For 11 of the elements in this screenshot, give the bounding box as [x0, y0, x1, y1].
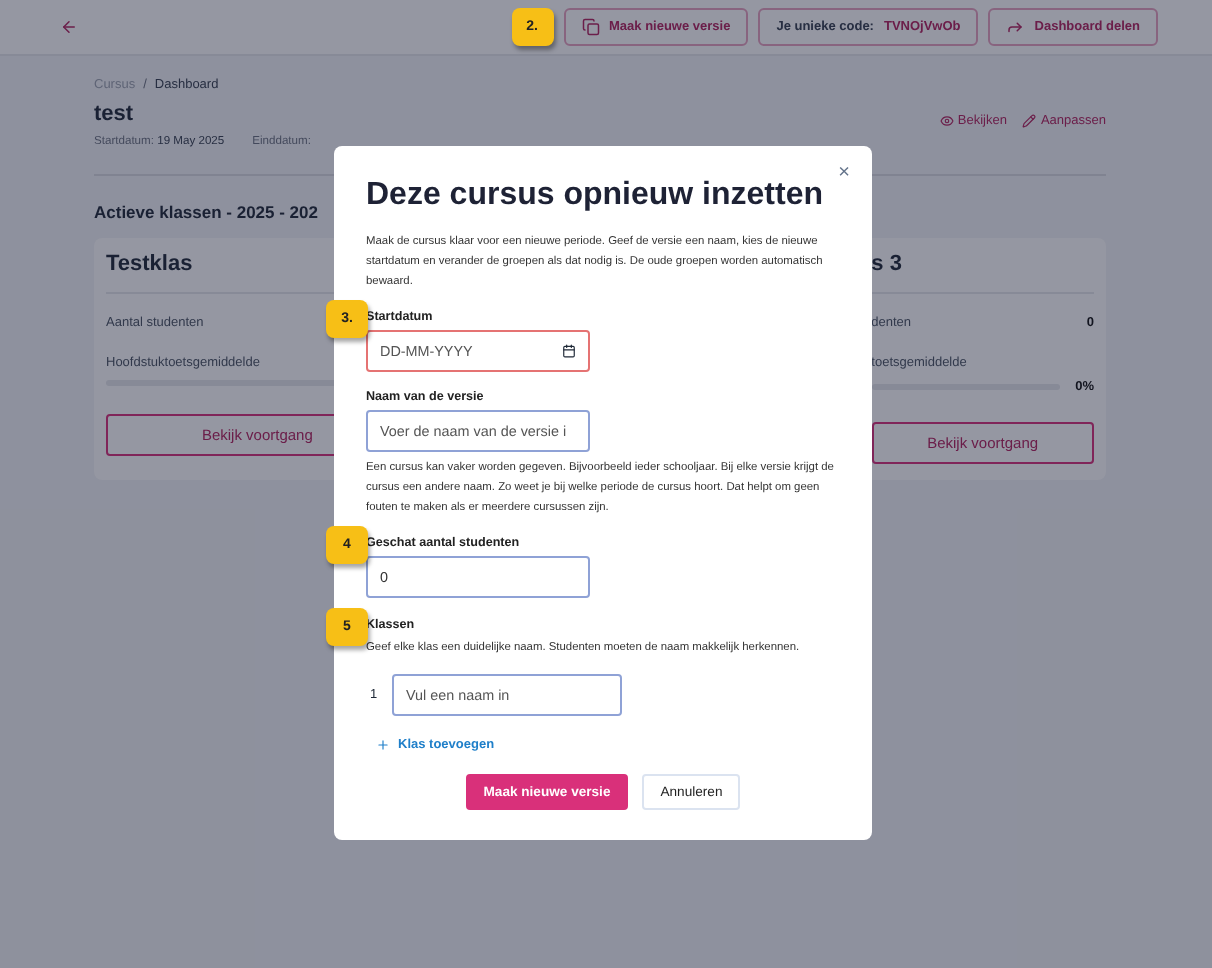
share-icon [1006, 18, 1025, 36]
section-title: Actieve klassen - 2025 - 202 [94, 202, 320, 222]
dialog-title: Deze cursus opnieuw inzetten [366, 178, 825, 214]
course-title: test [94, 102, 136, 126]
pencil-icon [1022, 114, 1037, 128]
calendar-icon[interactable] [562, 344, 576, 358]
copy-icon [581, 18, 599, 36]
eye-icon [939, 114, 954, 128]
close-button[interactable]: × [834, 164, 854, 184]
back-icon[interactable] [60, 18, 78, 36]
plus-icon [376, 738, 390, 752]
